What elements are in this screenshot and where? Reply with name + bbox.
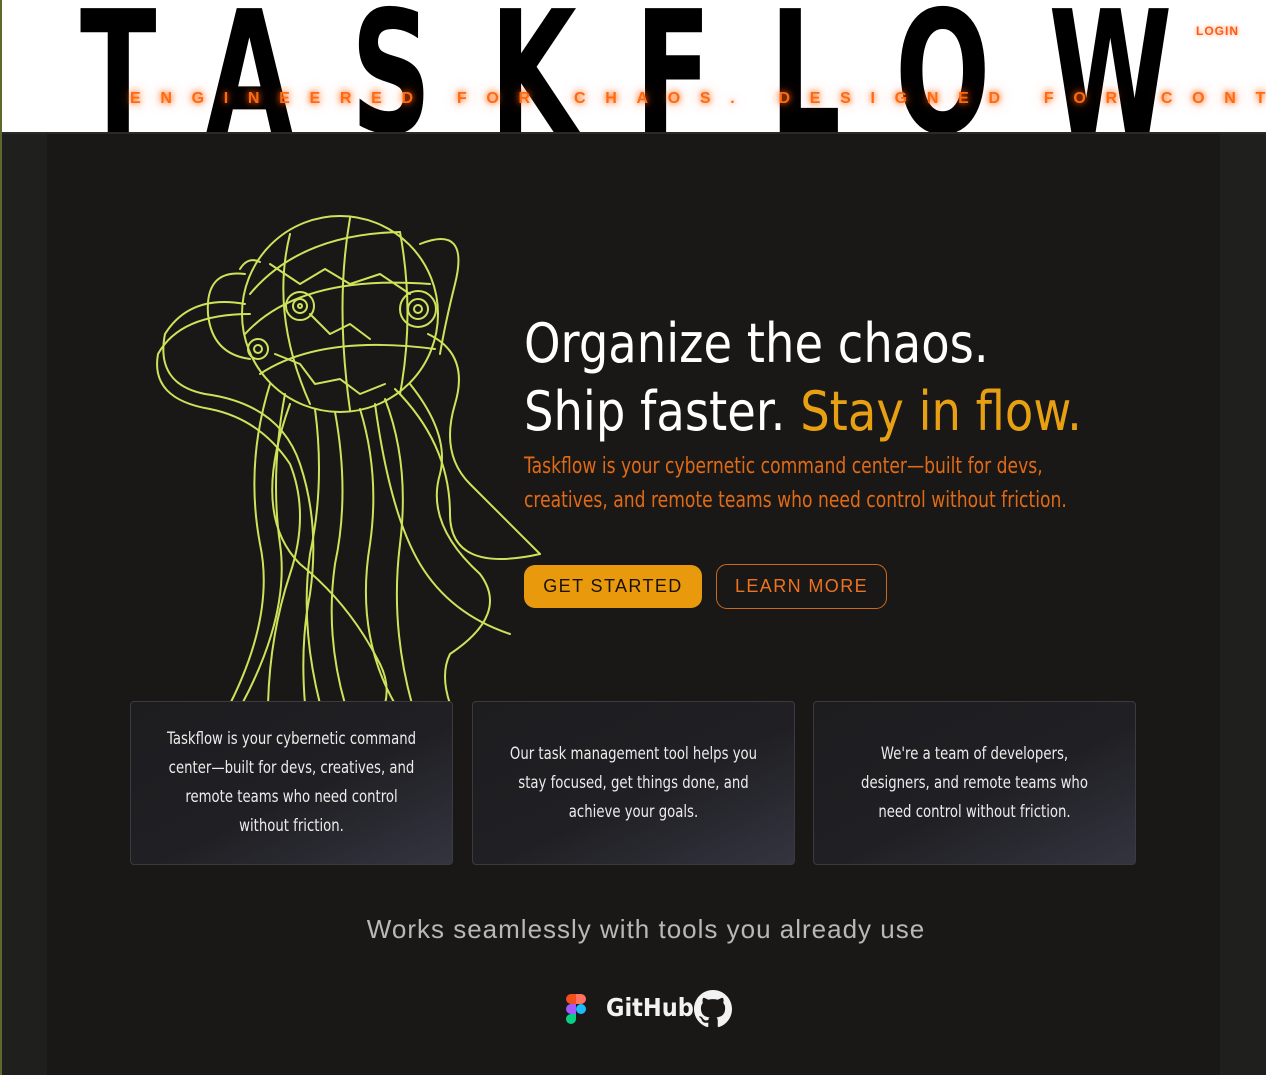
logo-text: TASKFLOW [80, 0, 1231, 134]
figma-icon[interactable] [566, 994, 586, 1024]
headline-line-2a: Ship faster. [524, 380, 801, 443]
github-wordmark[interactable]: GitHub [606, 990, 694, 1026]
tagline: ENGINEERED FOR CHAOS. DESIGNED FOR CONTR… [130, 90, 1266, 107]
top-header: TASKFLOW ENGINEERED FOR CHAOS. DESIGNED … [2, 0, 1266, 134]
learn-more-button[interactable]: LEARN MORE [716, 564, 887, 609]
feature-card-1: Taskflow is your cybernetic command cent… [130, 701, 453, 865]
headline-line-1: Organize the chaos. [524, 312, 989, 375]
hero-description-line-1: Taskflow is your cybernetic command cent… [524, 454, 1043, 479]
feature-card-text: Taskflow is your cybernetic command cent… [166, 729, 417, 836]
feature-card-text: Our task management tool helps you stay … [509, 743, 758, 822]
headline-accent: Stay in flow. [800, 380, 1082, 443]
robot-illustration [156, 215, 541, 704]
hero-headline: Organize the chaos. Ship faster. Stay in… [524, 310, 1109, 446]
login-link[interactable]: LOGIN [1196, 24, 1239, 38]
get-started-button[interactable]: GET STARTED [524, 565, 702, 608]
hero-description: Taskflow is your cybernetic command cent… [524, 450, 1067, 518]
feature-card-3: We're a team of developers, designers, a… [813, 701, 1136, 865]
feature-card-2: Our task management tool helps you stay … [472, 701, 795, 865]
hero-section: Organize the chaos. Ship faster. Stay in… [524, 310, 1204, 518]
hero-description-line-2: creatives, and remote teams who need con… [524, 488, 1067, 513]
feature-card-text: We're a team of developers, designers, a… [861, 743, 1088, 822]
logo[interactable]: TASKFLOW [2, 0, 1266, 134]
integrations-heading: Works seamlessly with tools you already … [366, 914, 926, 944]
github-icon[interactable] [694, 990, 732, 1028]
